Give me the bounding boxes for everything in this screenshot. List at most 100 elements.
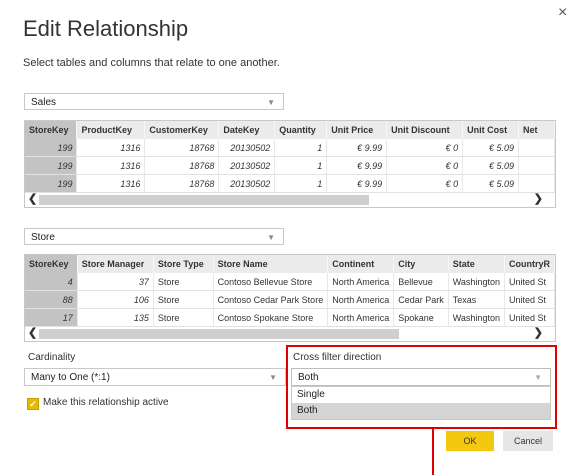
column-header[interactable]: Unit Discount xyxy=(386,121,464,139)
table-row: 199 1316 18768 20130502 1 € 9.99 € 0 € 5.09 xyxy=(25,139,555,157)
table-cell: 199 xyxy=(25,139,78,157)
table-cell: € 9.99 xyxy=(326,174,388,193)
table-row: 4 37 Store Contoso Bellevue Store North Amer… xyxy=(25,273,555,291)
cardinality-value: Many to One (*:1) xyxy=(31,372,110,383)
column-header[interactable]: CustomerKey xyxy=(144,121,220,139)
chevron-down-icon: ▼ xyxy=(267,98,275,107)
option-single[interactable]: Single xyxy=(292,387,550,403)
column-header[interactable]: Quantity xyxy=(274,121,328,139)
table-row: 199 1316 18768 20130502 1 € 9.99 € 0 € 5.09 xyxy=(25,174,555,193)
table1-grid: StoreKey ProductKey CustomerKey DateKey Quan… xyxy=(25,121,555,193)
table-cell: 88 xyxy=(25,290,78,309)
table-cell: € 5.09 xyxy=(462,139,520,157)
table-cell: Contoso Bellevue Store xyxy=(213,273,329,291)
table1-select-value: Sales xyxy=(31,97,57,108)
scroll-right-icon[interactable]: ❯ xyxy=(534,326,543,339)
active-checkbox[interactable]: ✓ xyxy=(27,398,39,410)
table-cell xyxy=(518,139,555,157)
active-checkbox-label: Make this relationship active xyxy=(43,397,169,408)
scroll-right-icon[interactable]: ❯ xyxy=(534,192,543,205)
table-cell: Bellevue xyxy=(393,273,449,291)
annotation-line xyxy=(432,429,434,475)
table-cell: Spokane xyxy=(393,308,449,327)
table-cell: 1 xyxy=(274,139,328,157)
table-cell: 18768 xyxy=(144,156,220,175)
column-header[interactable]: StoreKey xyxy=(25,121,78,139)
column-header[interactable]: Unit Cost xyxy=(462,121,520,139)
table-cell: 18768 xyxy=(144,139,220,157)
table1-scrollbar[interactable]: ❮ ❯ xyxy=(25,193,555,207)
cancel-button[interactable]: Cancel xyxy=(503,431,553,451)
table-cell xyxy=(518,156,555,175)
table-cell: 4 xyxy=(25,273,78,291)
column-header[interactable]: City xyxy=(393,255,449,273)
column-header[interactable]: ProductKey xyxy=(76,121,146,139)
table-cell: Washington xyxy=(448,308,505,327)
table-cell: € 0 xyxy=(386,139,464,157)
table-cell: Cedar Park xyxy=(393,290,449,309)
table-cell: Texas xyxy=(448,290,505,309)
table-row: 17 135 Store Contoso Spokane Store North Ame… xyxy=(25,308,555,327)
table-cell: 199 xyxy=(25,156,78,175)
dialog-title: Edit Relationship xyxy=(23,16,189,41)
table-cell: 1316 xyxy=(76,156,146,175)
column-header[interactable]: Store Manager xyxy=(77,255,154,273)
table-cell: Store xyxy=(153,273,214,291)
table2-select-value: Store xyxy=(31,232,55,243)
column-header[interactable]: Store Name xyxy=(213,255,329,273)
cardinality-select[interactable]: Many to One (*:1) ▼ xyxy=(24,368,286,386)
column-header[interactable]: Store Type xyxy=(153,255,214,273)
close-icon[interactable]: × xyxy=(558,4,567,22)
table2-grid: StoreKey Store Manager Store Type Store Nam… xyxy=(25,255,555,327)
table-cell: 37 xyxy=(77,273,154,291)
scroll-thumb[interactable] xyxy=(39,329,399,339)
scroll-left-icon[interactable]: ❮ xyxy=(28,192,37,205)
scroll-left-icon[interactable]: ❮ xyxy=(28,326,37,339)
cross-filter-label: Cross filter direction xyxy=(293,352,382,363)
chevron-down-icon: ▼ xyxy=(534,373,542,382)
table1-preview: StoreKey ProductKey CustomerKey DateKey Quan… xyxy=(24,120,556,208)
table-cell: € 9.99 xyxy=(326,139,388,157)
table2-select[interactable]: Store ▼ xyxy=(24,228,284,245)
column-header[interactable]: Continent xyxy=(327,255,395,273)
table-cell xyxy=(518,174,555,193)
table-cell: 20130502 xyxy=(218,174,276,193)
column-header[interactable]: State xyxy=(448,255,505,273)
table-cell: 20130502 xyxy=(218,139,276,157)
column-header[interactable]: DateKey xyxy=(218,121,276,139)
table-cell: 106 xyxy=(77,290,154,309)
table2-scrollbar[interactable]: ❮ ❯ xyxy=(25,327,555,341)
table-cell: Store xyxy=(153,308,214,327)
ok-button[interactable]: OK xyxy=(446,431,494,451)
column-header[interactable]: Net xyxy=(518,121,555,139)
option-both[interactable]: Both xyxy=(292,403,550,419)
table-cell: United St xyxy=(504,308,555,327)
table-cell: 1 xyxy=(274,156,328,175)
table-cell: 1 xyxy=(274,174,328,193)
column-header[interactable]: StoreKey xyxy=(25,255,78,273)
table-cell: € 0 xyxy=(386,156,464,175)
table-cell: United St xyxy=(504,273,555,291)
table-cell: Contoso Cedar Park Store xyxy=(213,290,329,309)
table-row: 88 106 Store Contoso Cedar Park Store North … xyxy=(25,290,555,309)
table-cell: € 5.09 xyxy=(462,174,520,193)
table-cell: North America xyxy=(327,308,395,327)
table-row: 199 1316 18768 20130502 1 € 9.99 € 0 € 5.09 xyxy=(25,156,555,175)
column-header[interactable]: Unit Price xyxy=(326,121,388,139)
chevron-down-icon: ▼ xyxy=(267,233,275,242)
column-header[interactable]: CountryR xyxy=(504,255,555,273)
cross-filter-dropdown: Single Both xyxy=(291,386,551,420)
cross-filter-select[interactable]: Both ▼ xyxy=(291,368,551,386)
table-cell: 18768 xyxy=(144,174,220,193)
table-cell: North America xyxy=(327,290,395,309)
table-cell: 199 xyxy=(25,174,78,193)
table-cell: € 0 xyxy=(386,174,464,193)
table-cell: Store xyxy=(153,290,214,309)
scroll-thumb[interactable] xyxy=(39,195,369,205)
table-cell: North America xyxy=(327,273,395,291)
dialog-subtitle: Select tables and columns that relate to… xyxy=(23,57,280,69)
table1-select[interactable]: Sales ▼ xyxy=(24,93,284,110)
table-cell: 1316 xyxy=(76,174,146,193)
table-cell: € 5.09 xyxy=(462,156,520,175)
cardinality-label: Cardinality xyxy=(28,352,76,363)
